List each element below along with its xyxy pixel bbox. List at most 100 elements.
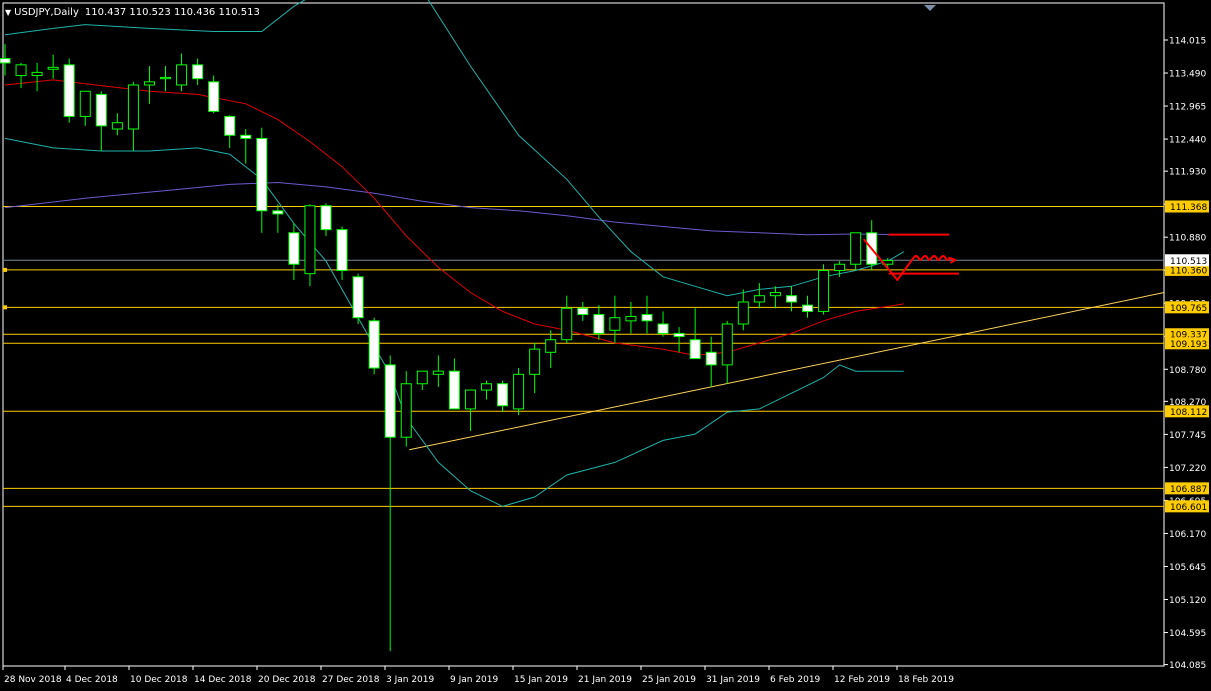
price-tick-label: 104.085 [1169,661,1206,671]
price-tick-label: 105.645 [1169,563,1206,573]
candle-body [481,383,492,391]
date-tick-label: 9 Jan 2019 [450,675,498,685]
price-chart[interactable]: 114.015113.490112.965112.440111.930111.4… [0,0,1211,691]
candle-body [545,339,557,353]
candle-body [208,81,220,112]
candle-body [31,71,43,77]
candle-body [529,348,541,375]
candle-body [320,205,332,231]
date-tick-label: 21 Jan 2019 [578,675,632,685]
price-tick-label: 110.880 [1169,234,1206,244]
price-tick-label: 113.490 [1169,70,1206,80]
candle-body [368,320,380,369]
scroll-marker-icon[interactable] [924,5,936,11]
candle-body [384,364,396,438]
candle-body [513,373,525,410]
price-tick-label: 108.780 [1169,366,1206,376]
level-price-label: 111.368 [1170,203,1207,213]
candle-body [689,339,701,360]
candle-body [769,292,781,297]
bollinger-lower-line [4,137,904,507]
ma-mid-line [4,79,904,356]
current-price-label: 110.513 [1170,257,1207,267]
date-tick-label: 15 Jan 2019 [514,675,568,685]
candle-body [577,307,589,316]
candle-body [753,295,765,303]
candle-body [240,134,252,139]
date-tick-label: 14 Dec 2018 [194,675,252,685]
date-tick-label: 28 Nov 2018 [4,675,62,685]
candle-body [416,370,428,385]
candle-body [705,351,717,366]
level-price-label: 109.765 [1170,304,1207,314]
level-price-label: 106.601 [1170,503,1207,513]
date-tick-label: 6 Feb 2019 [770,675,821,685]
level-price-label: 110.360 [1170,266,1207,276]
bollinger-upper-line [4,0,905,297]
candle-body [593,314,605,334]
level-price-label: 109.193 [1170,340,1207,350]
candle-body [448,370,460,410]
candle-body [127,84,139,130]
price-tick-label: 106.170 [1169,530,1206,540]
candle-body [352,276,364,319]
date-tick-label: 25 Jan 2019 [642,675,696,685]
candle-body [625,315,637,322]
candle-body [15,64,27,77]
candle-body [432,370,444,375]
date-tick-label: 20 Dec 2018 [258,675,316,685]
candle-body [818,270,830,312]
price-tick-label: 107.745 [1169,431,1206,441]
price-tick-label: 112.965 [1169,103,1206,113]
candle-body [160,76,171,80]
candle-body [785,295,797,303]
date-tick-label: 12 Feb 2019 [834,675,890,685]
candle-body [336,229,348,272]
candle-body [609,317,621,331]
candle-body [143,81,155,86]
ma-long-line [4,181,904,236]
candle-body [850,232,862,265]
date-tick-label: 31 Jan 2019 [706,675,760,685]
date-tick-label: 27 Dec 2018 [322,675,380,685]
candle-body [47,66,59,70]
date-tick-label: 18 Feb 2019 [898,675,954,685]
candle-body [63,64,75,117]
candle-body [497,383,509,407]
candle-body [176,64,188,86]
candle-body [111,122,123,130]
candle-body [641,314,653,322]
price-tick-label: 104.595 [1169,629,1206,639]
date-tick-label: 4 Dec 2018 [66,675,118,685]
candle-body [657,323,669,334]
price-tick-label: 114.015 [1169,37,1206,47]
date-tick-label: 3 Jan 2019 [386,675,434,685]
candle-body [721,323,733,366]
level-price-label: 108.112 [1170,408,1207,418]
candle-body [834,263,846,272]
candle-body [192,64,204,80]
level-left-marker [3,267,7,272]
candle-body [272,210,284,215]
candle-body [256,137,268,212]
candle-body [79,90,91,117]
level-price-label: 106.887 [1170,485,1207,495]
trendline [409,292,1165,451]
candle-body [673,332,685,338]
candle-body [95,93,107,127]
price-tick-label: 107.220 [1169,464,1206,474]
candle-body [304,205,316,275]
candle-body [224,115,236,136]
price-tick-label: 111.930 [1169,168,1206,178]
price-tick-label: 105.120 [1169,596,1206,606]
candle-body [561,307,573,341]
level-left-marker [3,305,7,310]
date-tick-label: 10 Dec 2018 [130,675,188,685]
candle-body [0,58,11,64]
candle-body [400,383,412,438]
candle-body [737,301,749,325]
candle-body [288,232,300,265]
price-tick-label: 112.440 [1169,136,1206,146]
candle-body [464,389,476,410]
candle-body [802,304,813,312]
